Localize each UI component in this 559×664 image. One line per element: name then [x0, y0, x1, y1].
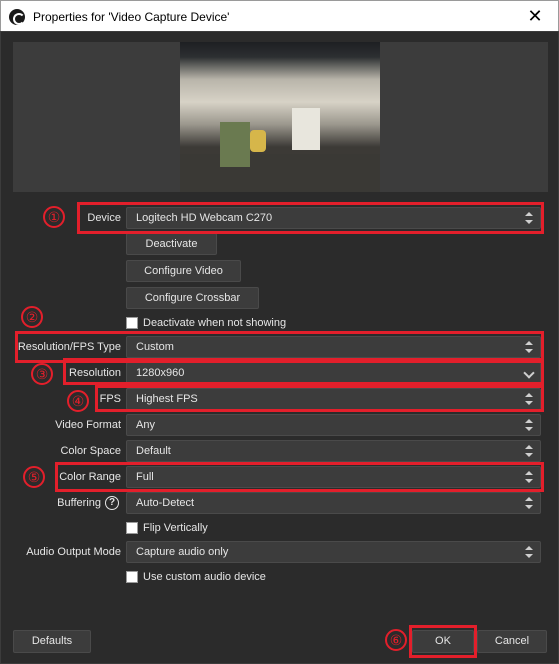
video-format-select[interactable]: Any: [126, 414, 541, 436]
audio-output-mode-value: Capture audio only: [136, 546, 229, 558]
deactivate-button[interactable]: Deactivate: [126, 233, 217, 255]
spinner-icon: [524, 496, 534, 510]
video-format-label: Video Format: [55, 419, 121, 431]
flip-vertically-label: Flip Vertically: [143, 522, 208, 534]
checkbox-box[interactable]: [126, 522, 138, 534]
highlight-box-device: [77, 202, 544, 234]
properties-dialog: Device Logitech HD Webcam C270 Deactivat…: [0, 31, 559, 664]
obs-icon: [9, 9, 25, 25]
flip-vertically-checkbox[interactable]: Flip Vertically: [126, 520, 208, 536]
cancel-button[interactable]: Cancel: [477, 630, 547, 653]
spinner-icon: [524, 418, 534, 432]
highlight-box-resolution: [63, 358, 544, 385]
highlight-box-color-range: [55, 462, 544, 492]
annotation-marker-5: ⑤: [23, 466, 45, 488]
video-format-value: Any: [136, 419, 155, 431]
use-custom-audio-checkbox[interactable]: Use custom audio device: [126, 569, 266, 585]
highlight-box-ok: [409, 625, 477, 658]
buffering-value: Auto-Detect: [136, 497, 195, 509]
video-preview: [13, 42, 548, 192]
spinner-icon: [524, 545, 534, 559]
audio-output-mode-select[interactable]: Capture audio only: [126, 541, 541, 563]
close-icon[interactable]: ✕: [522, 5, 548, 27]
title-bar: Properties for 'Video Capture Device' ✕: [0, 0, 559, 31]
help-icon[interactable]: ?: [105, 496, 119, 510]
checkbox-box[interactable]: [126, 317, 138, 329]
color-space-select[interactable]: Default: [126, 440, 541, 462]
deactivate-when-hidden-checkbox[interactable]: Deactivate when not showing: [126, 315, 286, 331]
configure-crossbar-button[interactable]: Configure Crossbar: [126, 287, 259, 309]
audio-output-mode-label: Audio Output Mode: [26, 546, 121, 558]
deactivate-when-hidden-label: Deactivate when not showing: [143, 317, 287, 329]
annotation-marker-1: ①: [43, 206, 65, 228]
spinner-icon: [524, 444, 534, 458]
use-custom-audio-label: Use custom audio device: [143, 571, 266, 583]
window-title: Properties for 'Video Capture Device': [33, 10, 230, 24]
buffering-label: Buffering: [57, 497, 101, 509]
annotation-marker-4: ④: [67, 390, 89, 412]
defaults-button[interactable]: Defaults: [13, 630, 91, 653]
configure-video-button[interactable]: Configure Video: [126, 260, 241, 282]
checkbox-box[interactable]: [126, 571, 138, 583]
color-space-label: Color Space: [60, 445, 121, 457]
color-space-value: Default: [136, 445, 171, 457]
annotation-marker-3: ③: [31, 363, 53, 385]
annotation-marker-6: ⑥: [385, 629, 407, 651]
buffering-select[interactable]: Auto-Detect: [126, 492, 541, 514]
annotation-marker-2: ②: [21, 306, 43, 328]
highlight-box-fps: [95, 385, 544, 412]
webcam-preview-image: [180, 42, 380, 192]
